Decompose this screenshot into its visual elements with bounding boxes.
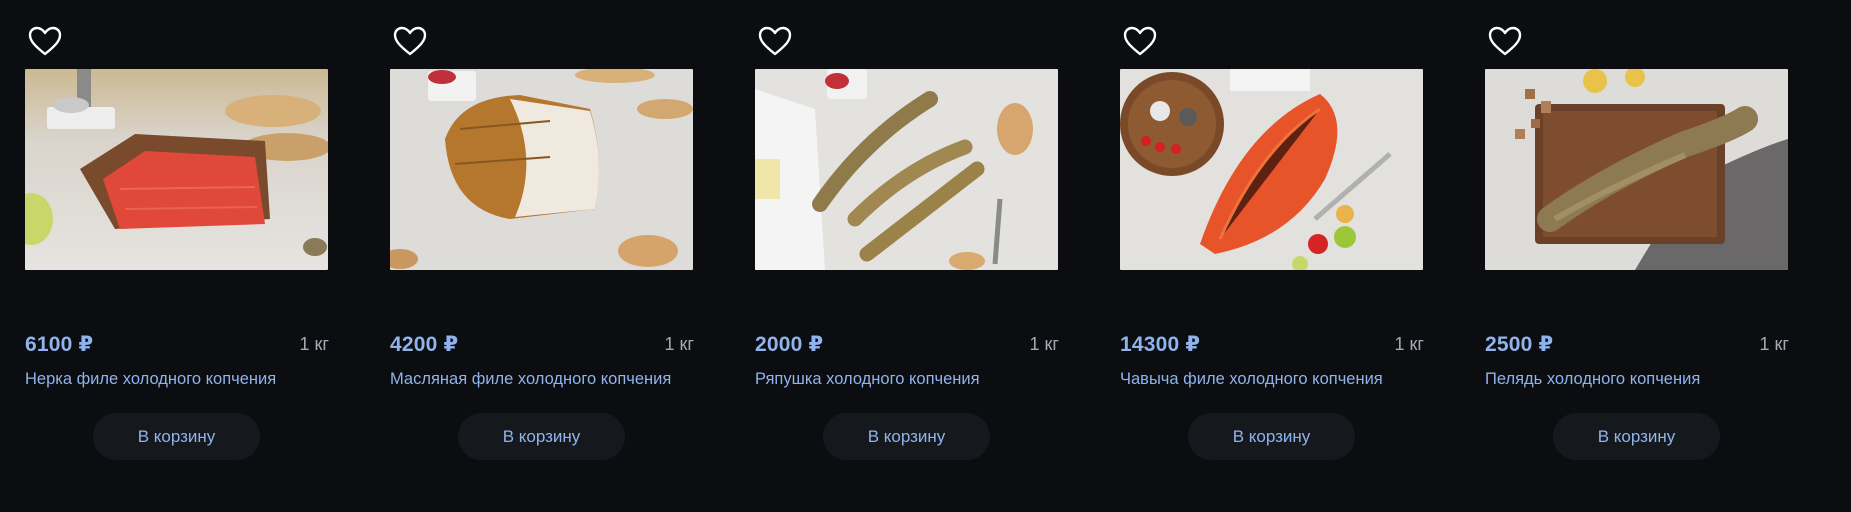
heart-outline-icon: [393, 26, 427, 56]
heart-outline-icon: [1123, 26, 1157, 56]
favorite-button[interactable]: [1485, 22, 1525, 60]
product-price: 2500 ₽: [1485, 333, 1554, 356]
product-image[interactable]: [25, 69, 328, 270]
product-card: 14300 ₽ 1 кг Чавыча филе холодного копче…: [1120, 0, 1424, 512]
heart-outline-icon: [28, 26, 62, 56]
favorite-button[interactable]: [755, 22, 795, 60]
add-to-cart-button[interactable]: В корзину: [1188, 413, 1355, 460]
product-title[interactable]: Ряпушка холодного копчения: [755, 370, 1065, 389]
add-to-cart-button[interactable]: В корзину: [458, 413, 625, 460]
favorite-button[interactable]: [390, 22, 430, 60]
product-weight: 1 кг: [299, 334, 329, 354]
product-card: 2000 ₽ 1 кг Ряпушка холодного копчения В…: [755, 0, 1059, 512]
product-weight: 1 кг: [1759, 334, 1789, 354]
product-price: 6100 ₽: [25, 333, 94, 356]
product-card: 2500 ₽ 1 кг Пелядь холодного копчения В …: [1485, 0, 1789, 512]
favorite-button[interactable]: [25, 22, 65, 60]
add-to-cart-button[interactable]: В корзину: [823, 413, 990, 460]
product-weight: 1 кг: [664, 334, 694, 354]
add-to-cart-button[interactable]: В корзину: [1553, 413, 1720, 460]
product-weight: 1 кг: [1029, 334, 1059, 354]
product-price: 2000 ₽: [755, 333, 824, 356]
product-card: 6100 ₽ 1 кг Нерка филе холодного копчени…: [25, 0, 329, 512]
product-title[interactable]: Масляная филе холодного копчения: [390, 370, 700, 389]
product-title[interactable]: Пелядь холодного копчения: [1485, 370, 1795, 389]
product-weight: 1 кг: [1394, 334, 1424, 354]
product-title[interactable]: Нерка филе холодного копчения: [25, 370, 335, 389]
product-grid: 6100 ₽ 1 кг Нерка филе холодного копчени…: [0, 0, 1851, 512]
heart-outline-icon: [758, 26, 792, 56]
favorite-button[interactable]: [1120, 22, 1160, 60]
product-price: 14300 ₽: [1120, 333, 1201, 356]
product-image[interactable]: [1485, 69, 1788, 270]
product-card: 4200 ₽ 1 кг Масляная филе холодного копч…: [390, 0, 694, 512]
product-title[interactable]: Чавыча филе холодного копчения: [1120, 370, 1430, 389]
product-image[interactable]: [390, 69, 693, 270]
product-image[interactable]: [1120, 69, 1423, 270]
add-to-cart-button[interactable]: В корзину: [93, 413, 260, 460]
product-image[interactable]: [755, 69, 1058, 270]
heart-outline-icon: [1488, 26, 1522, 56]
product-price: 4200 ₽: [390, 333, 459, 356]
